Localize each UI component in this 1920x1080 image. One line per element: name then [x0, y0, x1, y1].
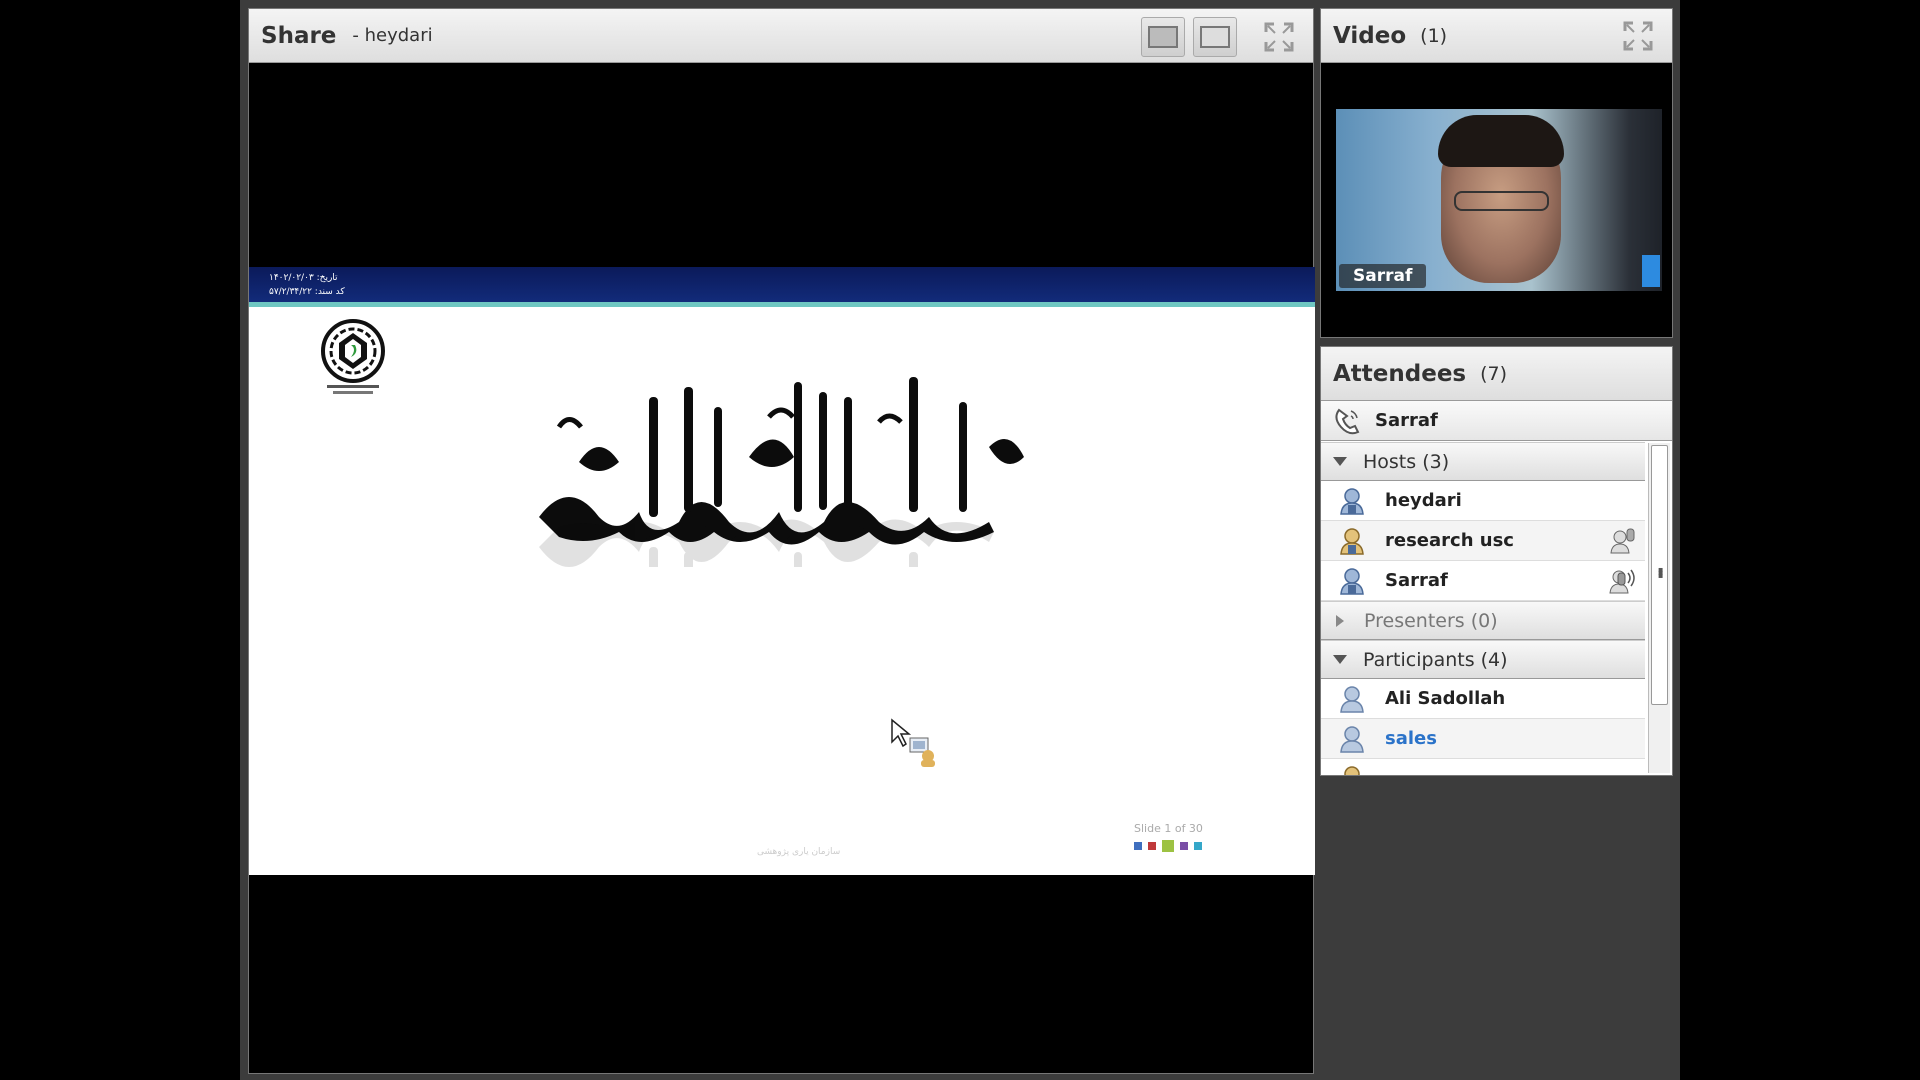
color-square [1148, 842, 1156, 850]
attendee-name: Ali Sadollah [1385, 688, 1506, 709]
speaker-icon [1610, 528, 1635, 554]
fit-to-window-button[interactable] [1141, 17, 1185, 57]
share-controls [1141, 17, 1299, 57]
attendee-scrollbar[interactable]: ▪ ▪ ▪ [1648, 443, 1670, 773]
group-hosts[interactable]: Hosts (3) [1321, 442, 1645, 481]
attendee-row[interactable]: Sarraf [1321, 561, 1645, 601]
video-fullscreen-button[interactable] [1618, 16, 1658, 56]
my-name: Sarraf [1375, 410, 1438, 431]
slide-color-squares [1134, 840, 1202, 852]
grip-icon: ▪ ▪ ▪ [1658, 565, 1664, 580]
slide-date-line: تاریخ: ۱۴۰۲/۰۲/۰۳ [269, 273, 338, 283]
share-pod-title: Share [261, 22, 337, 49]
group-label: Participants (4) [1363, 648, 1508, 671]
webcam-person-hair [1438, 115, 1564, 167]
attendee-row[interactable]: sales [1321, 719, 1645, 759]
share-fullscreen-button[interactable] [1259, 17, 1299, 57]
group-presenters[interactable]: Presenters (0) [1321, 601, 1645, 640]
attendee-row[interactable]: research usc [1321, 521, 1645, 561]
attendee-row[interactable] [1321, 759, 1645, 775]
scrollbar-thumb[interactable]: ▪ ▪ ▪ [1651, 445, 1668, 705]
group-participants[interactable]: Participants (4) [1321, 640, 1645, 679]
actual-size-button[interactable] [1193, 17, 1237, 57]
attendees-count: (7) [1480, 362, 1508, 385]
host-user-icon [1340, 527, 1364, 555]
webcam-person-glasses [1454, 191, 1549, 211]
attendees-pod-title: Attendees [1333, 360, 1467, 387]
attendees-pod: Attendees (7) Sarraf Hosts (3) heydari r… [1320, 346, 1673, 776]
fullscreen-icon [1264, 22, 1294, 52]
video-pod-title: Video [1333, 22, 1407, 49]
group-label: Hosts (3) [1363, 450, 1450, 473]
slide-counter: Slide 1 of 30 [1134, 822, 1203, 835]
attendee-name: research usc [1385, 530, 1514, 551]
attendee-row[interactable]: heydari [1321, 481, 1645, 521]
attendees-pod-header: Attendees (7) [1321, 347, 1672, 401]
color-square [1194, 842, 1202, 850]
host-user-icon [1340, 567, 1364, 595]
slide-code-line: کد سند: ۵۷/۲/۳۴/۲۲ [269, 287, 345, 297]
color-square [1134, 842, 1142, 850]
bismillah-calligraphy [539, 377, 1024, 567]
attendee-row[interactable]: Ali Sadollah [1321, 679, 1645, 719]
slide-header-band: تاریخ: ۱۴۰۲/۰۲/۰۳ کد سند: ۵۷/۲/۳۴/۲۲ [249, 267, 1315, 307]
attendee-name: heydari [1385, 490, 1462, 511]
webcam-video-feed[interactable]: Sarraf [1336, 109, 1662, 291]
participant-user-icon [1344, 765, 1360, 775]
color-square [1180, 842, 1188, 850]
slide-date: تاریخ: ۱۴۰۲/۰۲/۰۳ کد سند: ۵۷/۲/۳۴/۲۲ [269, 271, 345, 299]
share-presenter-name: - heydari [352, 25, 433, 46]
monitor-icon [1200, 26, 1230, 48]
video-pod: Video (1) Sarraf [1320, 8, 1673, 338]
share-pod-header: Share - heydari [249, 9, 1313, 63]
expand-arrow-icon [1333, 655, 1347, 664]
video-indicator [1642, 255, 1660, 287]
microphone-icon [1609, 569, 1635, 594]
slide-footer-text: سازمان یاری پژوهشی [757, 847, 841, 857]
group-label: Presenters (0) [1364, 609, 1498, 632]
host-user-icon [1340, 487, 1364, 515]
my-status-row[interactable]: Sarraf [1321, 401, 1672, 441]
color-square [1162, 840, 1174, 852]
remote-pointer-icon [891, 718, 935, 767]
attendee-name: sales [1385, 728, 1437, 749]
participant-user-icon [1340, 725, 1364, 753]
fullscreen-icon [1623, 21, 1653, 51]
attendee-name: Sarraf [1385, 570, 1448, 591]
collapsed-arrow-icon [1336, 614, 1344, 627]
share-pod: Share - heydari تاریخ: ۱۴۰۲/۰۲/۰۳ کد سند… [248, 8, 1315, 1074]
monitor-icon [1148, 26, 1178, 48]
video-pod-header: Video (1) [1321, 9, 1672, 63]
presentation-slide: تاریخ: ۱۴۰۲/۰۲/۰۳ کد سند: ۵۷/۲/۳۴/۲۲ ساز… [249, 267, 1315, 875]
expand-arrow-icon [1333, 457, 1347, 466]
organization-logo [317, 319, 389, 403]
participant-user-icon [1340, 685, 1364, 713]
video-feed-name: Sarraf [1339, 264, 1427, 288]
video-count: (1) [1420, 24, 1448, 47]
attendee-list: Hosts (3) heydari research usc Sarraf Pr… [1321, 442, 1645, 775]
phone-icon [1335, 408, 1360, 434]
app-window: Share - heydari تاریخ: ۱۴۰۲/۰۲/۰۳ کد سند… [0, 0, 1920, 1080]
